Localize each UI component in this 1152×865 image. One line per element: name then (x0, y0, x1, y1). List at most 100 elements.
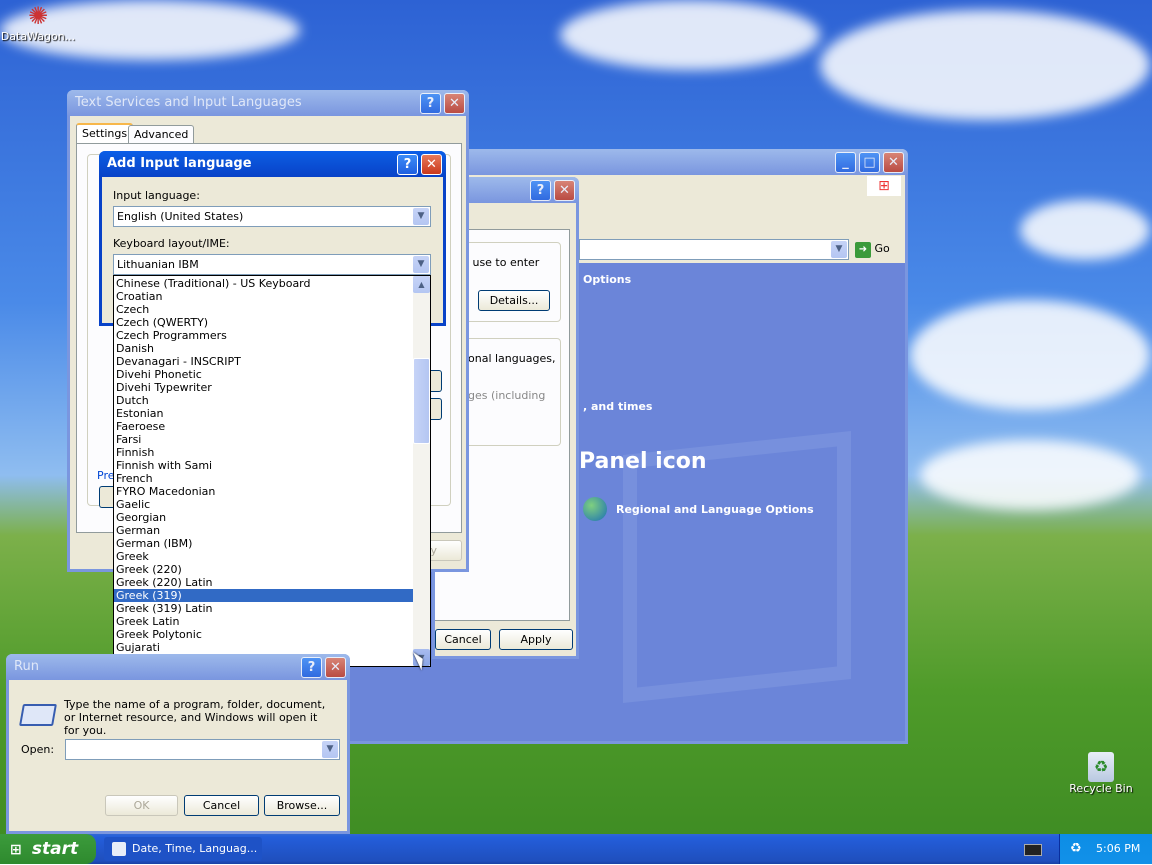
minimize-button[interactable]: _ (835, 152, 856, 173)
open-input[interactable]: ▼ (65, 739, 340, 760)
regional-apply-button[interactable]: Apply (499, 629, 573, 650)
list-item[interactable]: French (114, 472, 413, 485)
list-item[interactable]: Greek (319) (114, 589, 413, 602)
start-label: start (31, 839, 79, 859)
list-item[interactable]: Gaelic (114, 498, 413, 511)
system-tray: ♻ 5:06 PM (1059, 834, 1152, 864)
keyboard-layout-dropdown-list[interactable]: Chinese (Traditional) - US Keyboard Croat… (113, 275, 431, 667)
input-language-label: Input language: (113, 189, 200, 202)
regional-text-1: n use to enter (462, 256, 540, 269)
tab-advanced[interactable]: Advanced (128, 125, 195, 144)
regional-options-label: Regional and Language Options (616, 503, 814, 516)
text-services-titlebar[interactable]: Text Services and Input Languages ? ✕ (67, 90, 469, 116)
task-link-options[interactable]: Options (583, 273, 631, 286)
run-icon (19, 704, 57, 726)
open-label: Open: (21, 743, 55, 756)
scroll-thumb[interactable] (413, 358, 430, 444)
windows-flag-icon: ⊞ (10, 842, 22, 858)
list-item[interactable]: Dutch (114, 394, 413, 407)
close-button[interactable]: ✕ (554, 180, 575, 201)
go-arrow-icon: ➜ (855, 242, 871, 258)
taskbar-item-label: Date, Time, Languag... (132, 842, 258, 855)
list-item[interactable]: Farsi (114, 433, 413, 446)
list-item[interactable]: Greek Polytonic (114, 628, 413, 641)
windows-logo-icon: ⊞ (867, 176, 901, 196)
run-dialog: Run ? ✕ Type the name of a program, fold… (6, 654, 350, 834)
input-language-select[interactable]: English (United States) ▼ (113, 206, 431, 227)
start-button[interactable]: ⊞ start (0, 834, 96, 864)
dropdown-items: Chinese (Traditional) - US Keyboard Croat… (114, 277, 413, 666)
help-button[interactable]: ? (301, 657, 322, 678)
taskbar: ⊞ start Date, Time, Languag... ♻ 5:06 PM (0, 834, 1152, 864)
list-item[interactable]: Finnish with Sami (114, 459, 413, 472)
list-item[interactable]: Czech (114, 303, 413, 316)
taskbar-item-date-time[interactable]: Date, Time, Languag... (104, 837, 262, 861)
preferences-partial-label: Pre (97, 469, 115, 482)
details-button[interactable]: Details... (478, 290, 550, 311)
run-browse-button[interactable]: Browse... (264, 795, 340, 816)
list-item[interactable]: German (IBM) (114, 537, 413, 550)
list-item[interactable]: Greek (220) (114, 563, 413, 576)
chevron-down-icon[interactable]: ▼ (322, 741, 338, 758)
recycle-bin-icon: ♻ (1088, 752, 1114, 782)
section-heading-partial: , and times (583, 400, 653, 413)
close-button[interactable]: ✕ (421, 154, 442, 175)
globe-icon (583, 497, 607, 521)
regional-text-2: onal languages, (468, 352, 556, 365)
list-item[interactable]: Czech (QWERTY) (114, 316, 413, 329)
keyboard-icon[interactable] (1024, 844, 1042, 856)
run-cancel-button[interactable]: Cancel (184, 795, 259, 816)
list-item[interactable]: German (114, 524, 413, 537)
list-item[interactable]: Divehi Phonetic (114, 368, 413, 381)
help-button[interactable]: ? (420, 93, 441, 114)
desktop-icon-label: Recycle Bin (1069, 782, 1133, 795)
network-icon[interactable]: ♻ (1070, 841, 1082, 856)
close-button[interactable]: ✕ (444, 93, 465, 114)
list-item[interactable]: Faeroese (114, 420, 413, 433)
panel-icon-heading: Panel icon (579, 449, 707, 474)
add-input-titlebar[interactable]: Add Input language ? ✕ (99, 151, 446, 177)
run-ok-button[interactable]: OK (105, 795, 178, 816)
address-combo[interactable]: ▼ (579, 239, 849, 260)
datawagon-desktop-icon[interactable]: ✺ DataWagon... (0, 2, 76, 43)
scroll-up-button[interactable]: ▲ (413, 276, 430, 293)
help-button[interactable]: ? (397, 154, 418, 175)
go-label: Go (874, 242, 890, 255)
list-item[interactable]: FYRO Macedonian (114, 485, 413, 498)
list-item[interactable]: Greek Latin (114, 615, 413, 628)
recycle-bin-desktop-icon[interactable]: ♻ Recycle Bin (1064, 752, 1138, 795)
chevron-down-icon[interactable]: ▼ (413, 208, 429, 225)
maximize-button[interactable]: □ (859, 152, 880, 173)
list-item[interactable]: Danish (114, 342, 413, 355)
input-language-value: English (United States) (117, 210, 244, 223)
dialog-title: Add Input language (107, 156, 252, 171)
clock[interactable]: 5:06 PM (1096, 842, 1140, 855)
keyboard-layout-select[interactable]: Lithuanian IBM ▼ (113, 254, 431, 275)
list-item[interactable]: Devanagari - INSCRIPT (114, 355, 413, 368)
control-panel-icon (112, 842, 126, 856)
chevron-down-icon[interactable]: ▼ (831, 241, 847, 258)
regional-cancel-button[interactable]: Cancel (435, 629, 491, 650)
regional-text-3: ges (including (468, 389, 546, 402)
close-button[interactable]: ✕ (325, 657, 346, 678)
help-button[interactable]: ? (530, 180, 551, 201)
list-item[interactable]: Estonian (114, 407, 413, 420)
list-item[interactable]: Greek (114, 550, 413, 563)
list-item[interactable]: Gujarati (114, 641, 413, 654)
run-title: Run (14, 659, 39, 674)
list-item[interactable]: Greek (319) Latin (114, 602, 413, 615)
dropdown-scrollbar[interactable]: ▲ ▼ (413, 276, 430, 666)
go-button[interactable]: ➜ Go (855, 239, 905, 259)
list-item[interactable]: Czech Programmers (114, 329, 413, 342)
close-button[interactable]: ✕ (883, 152, 904, 173)
tab-settings[interactable]: Settings (76, 123, 134, 143)
list-item[interactable]: Divehi Typewriter (114, 381, 413, 394)
list-item[interactable]: Georgian (114, 511, 413, 524)
datawagon-icon: ✺ (27, 2, 49, 30)
list-item[interactable]: Croatian (114, 290, 413, 303)
list-item[interactable]: Greek (220) Latin (114, 576, 413, 589)
chevron-down-icon[interactable]: ▼ (413, 256, 429, 273)
run-titlebar[interactable]: Run ? ✕ (6, 654, 350, 680)
list-item[interactable]: Finnish (114, 446, 413, 459)
list-item[interactable]: Chinese (Traditional) - US Keyboard (114, 277, 413, 290)
